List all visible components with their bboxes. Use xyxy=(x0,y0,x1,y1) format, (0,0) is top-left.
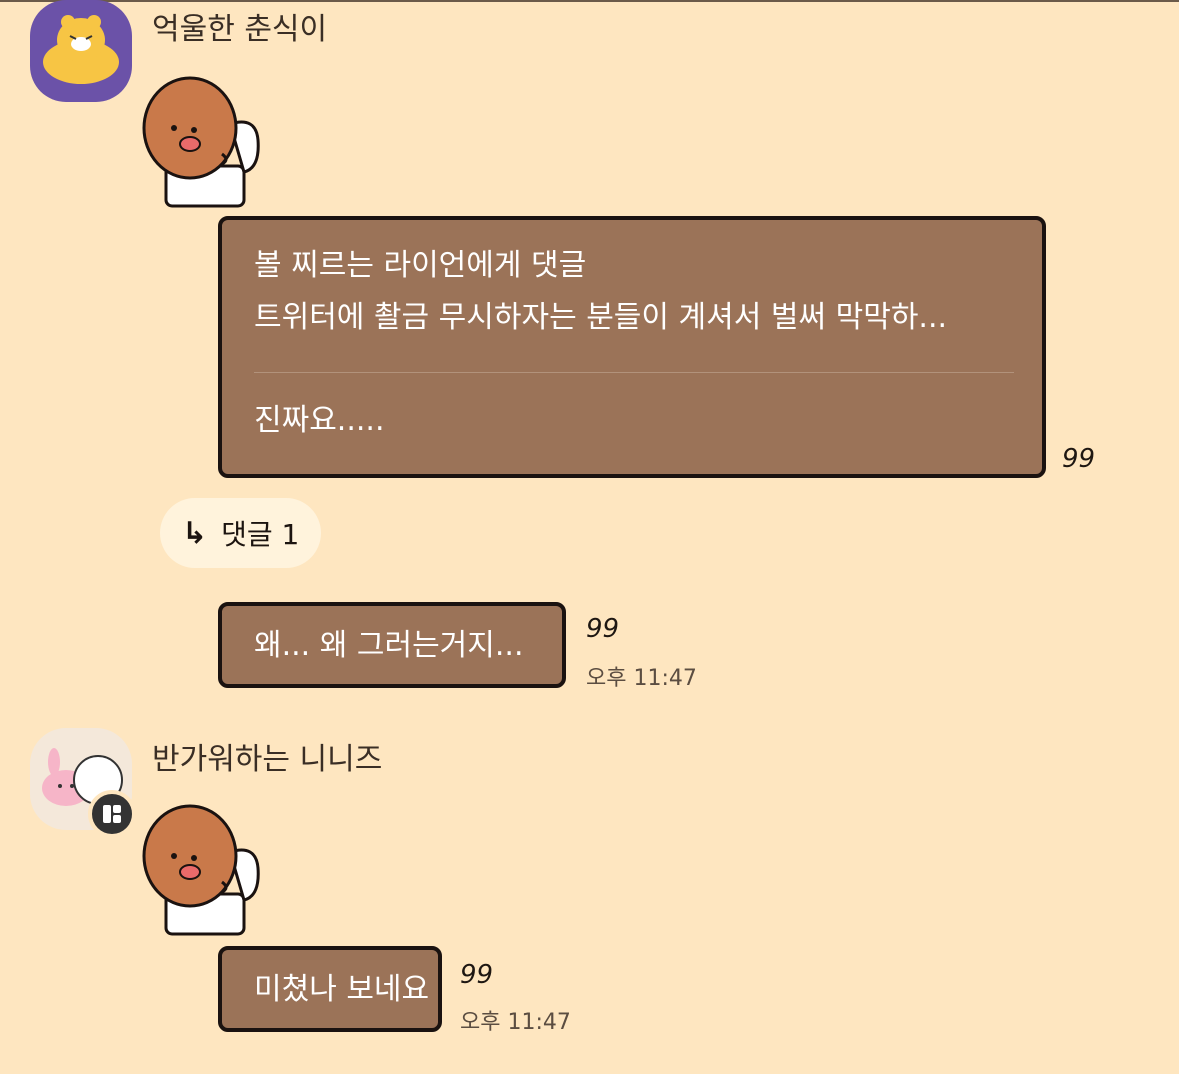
read-count: 99 xyxy=(586,614,620,644)
message-bubble[interactable]: 미쳤나 보네요 xyxy=(218,946,442,1032)
message-bubble[interactable]: 볼 찌르는 라이언에게 댓글 트위터에 촬금 무시하자는 분들이 계셔서 벌써 … xyxy=(218,216,1046,478)
bubble-text-line: 트위터에 촬금 무시하자는 분들이 계셔서 벌써 막막하... xyxy=(254,300,948,335)
read-count: 99 xyxy=(1062,444,1096,474)
ryan-character-avatar-icon[interactable] xyxy=(30,0,132,102)
sender-name: 억울한 춘식이 xyxy=(152,12,328,47)
reply-arrow-icon: ↳ xyxy=(182,515,208,551)
reply-count-label: 댓글 1 xyxy=(221,518,300,551)
bubble-text-line: 진짜요..... xyxy=(254,403,385,438)
read-count: 99 xyxy=(460,960,494,990)
bubble-text-line: 미쳤나 보네요 xyxy=(254,972,430,1007)
kakao-profile-badge-icon xyxy=(88,790,136,838)
message-bubble[interactable]: 왜... 왜 그러는거지... xyxy=(218,602,566,688)
bubble-divider xyxy=(254,372,1014,373)
top-divider xyxy=(0,0,1179,2)
sender-name: 반가워하는 니니즈 xyxy=(152,742,383,777)
bubble-text-line: 볼 찌르는 라이언에게 댓글 xyxy=(254,248,587,283)
choonsik-toilet-sticker-icon xyxy=(138,794,268,944)
choonsik-toilet-sticker-icon xyxy=(138,66,268,216)
message-time: 오후 11:47 xyxy=(460,1010,571,1035)
message-time: 오후 11:47 xyxy=(586,666,697,691)
bubble-text-line: 왜... 왜 그러는거지... xyxy=(254,628,524,663)
reply-thread-button[interactable]: ↳ 댓글 1 xyxy=(160,498,322,568)
